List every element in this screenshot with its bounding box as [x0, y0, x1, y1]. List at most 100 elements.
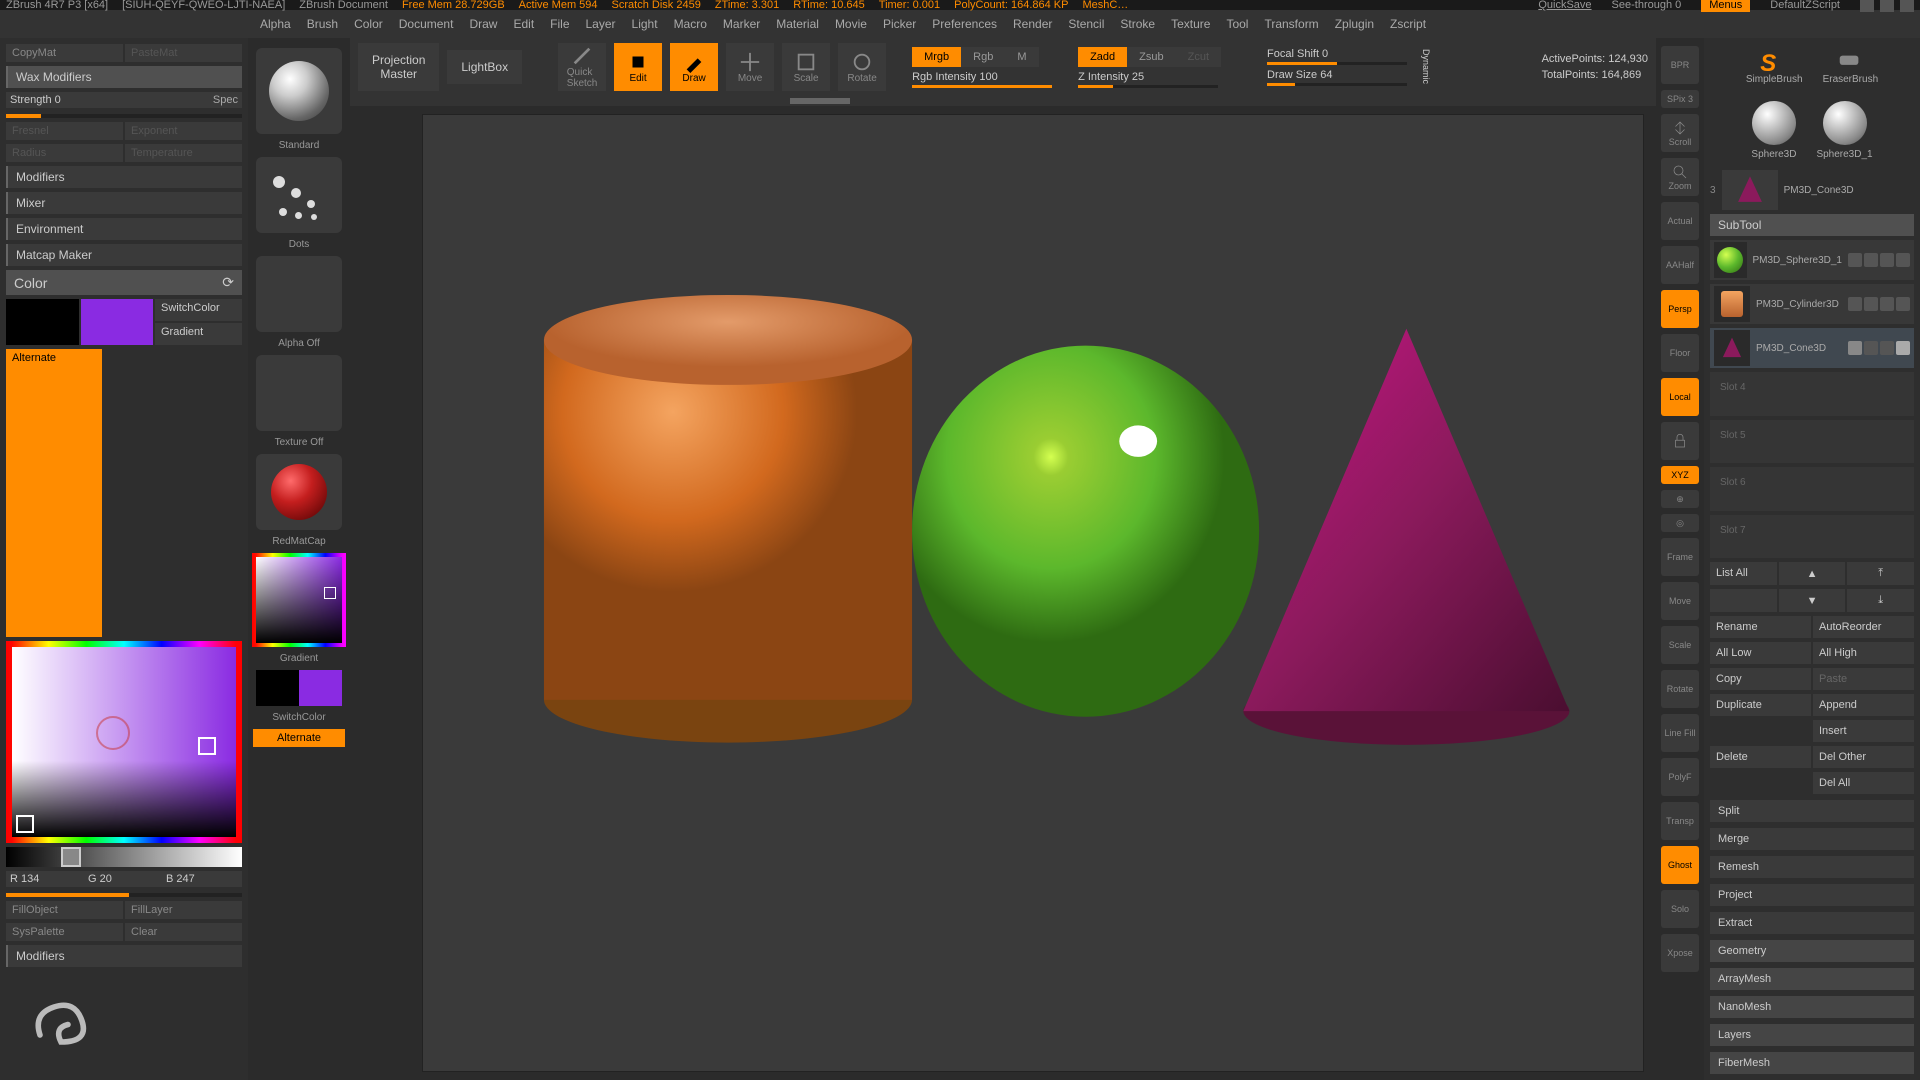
vis-icon[interactable]: [1896, 341, 1910, 355]
focal-shift-slider[interactable]: Focal Shift 0: [1267, 48, 1407, 65]
matcap-maker-header[interactable]: Matcap Maker: [6, 244, 242, 266]
menu-texture[interactable]: Texture: [1171, 17, 1210, 31]
delother-button[interactable]: Del Other: [1813, 746, 1914, 768]
fibermesh-header[interactable]: FiberMesh: [1710, 1052, 1914, 1074]
window-max-icon[interactable]: [1880, 0, 1894, 12]
rename-button[interactable]: Rename: [1710, 616, 1811, 638]
subtool-row-cylinder[interactable]: PM3D_Cylinder3D: [1710, 284, 1914, 324]
eye-icon[interactable]: [1848, 253, 1862, 267]
remesh-header[interactable]: Remesh: [1710, 856, 1914, 878]
menu-layer[interactable]: Layer: [586, 17, 616, 31]
bpr-button[interactable]: BPR: [1661, 46, 1699, 84]
actual-button[interactable]: Actual: [1661, 202, 1699, 240]
menu-stroke[interactable]: Stroke: [1120, 17, 1155, 31]
paste-button[interactable]: Paste: [1813, 668, 1914, 690]
menu-alpha[interactable]: Alpha: [260, 17, 291, 31]
menu-render[interactable]: Render: [1013, 17, 1052, 31]
menus-button[interactable]: Menus: [1701, 0, 1750, 12]
menu-material[interactable]: Material: [776, 17, 819, 31]
eye-icon[interactable]: [1848, 297, 1862, 311]
mixer-header[interactable]: Mixer: [6, 192, 242, 214]
switchcolor-label[interactable]: SwitchColor: [272, 712, 325, 723]
persp-button[interactable]: Persp: [1661, 290, 1699, 328]
menu-picker[interactable]: Picker: [883, 17, 916, 31]
menu-transform[interactable]: Transform: [1264, 17, 1318, 31]
menu-zplugin[interactable]: Zplugin: [1335, 17, 1374, 31]
environment-header[interactable]: Environment: [6, 218, 242, 240]
zadd-button[interactable]: Zadd: [1078, 47, 1127, 67]
polyf-button[interactable]: PolyF: [1661, 758, 1699, 796]
syspalette-button[interactable]: SysPalette: [6, 923, 123, 941]
gradient-button[interactable]: Gradient: [155, 323, 242, 345]
duplicate-button[interactable]: Duplicate: [1710, 694, 1811, 716]
target-icon[interactable]: ◎: [1661, 514, 1699, 532]
transp-button[interactable]: Transp: [1661, 802, 1699, 840]
modifiers2-header[interactable]: Modifiers: [6, 945, 242, 967]
menu-file[interactable]: File: [550, 17, 569, 31]
mini-color-picker[interactable]: [252, 553, 346, 647]
filllayer-button[interactable]: FillLayer: [125, 901, 242, 919]
rgb-button[interactable]: Rgb: [961, 47, 1005, 67]
zoom-button[interactable]: Zoom: [1661, 158, 1699, 196]
extract-header[interactable]: Extract: [1710, 912, 1914, 934]
solo-button[interactable]: Solo: [1661, 890, 1699, 928]
secondary-color-swatch[interactable]: [6, 299, 79, 345]
default-script[interactable]: DefaultZScript: [1770, 0, 1840, 11]
geometry-header[interactable]: Geometry: [1710, 940, 1914, 962]
clear-button[interactable]: Clear: [125, 923, 242, 941]
quicksketch-button[interactable]: Quick Sketch: [558, 43, 606, 91]
edit-button[interactable]: Edit: [614, 43, 662, 91]
subtool-row-sphere[interactable]: PM3D_Sphere3D_1: [1710, 240, 1914, 280]
rotate-nav-button[interactable]: Rotate: [1661, 670, 1699, 708]
xpose-button[interactable]: Xpose: [1661, 934, 1699, 972]
up-arrow-icon[interactable]: ▲: [1779, 562, 1846, 585]
color-header[interactable]: Color⟳: [6, 270, 242, 295]
menu-brush[interactable]: Brush: [307, 17, 338, 31]
subtool-row-cone[interactable]: PM3D_Cone3D: [1710, 328, 1914, 368]
split-header[interactable]: Split: [1710, 800, 1914, 822]
strength-slider[interactable]: Strength 0Spec: [6, 92, 242, 108]
linefill-button[interactable]: Line Fill: [1661, 714, 1699, 752]
delete-button[interactable]: Delete: [1710, 746, 1811, 768]
eye-icon[interactable]: [1848, 341, 1862, 355]
fill-icon[interactable]: [1880, 341, 1894, 355]
alternate-mini-button[interactable]: Alternate: [253, 729, 345, 747]
brush-icon[interactable]: [1864, 253, 1878, 267]
scale-button[interactable]: Scale: [782, 43, 830, 91]
menu-marker[interactable]: Marker: [723, 17, 760, 31]
ghost-button[interactable]: Ghost: [1661, 846, 1699, 884]
seethrough[interactable]: See-through 0: [1612, 0, 1682, 11]
eraserbrush-item[interactable]: EraserBrush: [1823, 50, 1879, 85]
arraymesh-header[interactable]: ArrayMesh: [1710, 968, 1914, 990]
brush-slot[interactable]: [256, 48, 342, 134]
nanomesh-header[interactable]: NanoMesh: [1710, 996, 1914, 1018]
menu-stencil[interactable]: Stencil: [1068, 17, 1104, 31]
menu-document[interactable]: Document: [399, 17, 454, 31]
menu-zscript[interactable]: Zscript: [1390, 17, 1426, 31]
local-button[interactable]: Local: [1661, 378, 1699, 416]
layers-header[interactable]: Layers: [1710, 1024, 1914, 1046]
quicksave-button[interactable]: QuickSave: [1538, 0, 1591, 11]
projection-master-button[interactable]: Projection Master: [358, 43, 439, 92]
zsub-button[interactable]: Zsub: [1127, 47, 1175, 67]
alpha-slot[interactable]: [256, 256, 342, 332]
dynamic-label[interactable]: Dynamic: [1415, 49, 1437, 84]
project-header[interactable]: Project: [1710, 884, 1914, 906]
vis-icon[interactable]: [1896, 253, 1910, 267]
draw-button[interactable]: Draw: [670, 43, 718, 91]
window-close-icon[interactable]: [1900, 0, 1914, 12]
frame-button[interactable]: Frame: [1661, 538, 1699, 576]
primary-color-swatch[interactable]: [81, 299, 154, 345]
xyz-button[interactable]: XYZ: [1661, 466, 1699, 484]
aahalf-button[interactable]: AAHalf: [1661, 246, 1699, 284]
stroke-slot[interactable]: [256, 157, 342, 233]
current-tool-thumb[interactable]: [1722, 170, 1778, 210]
move-button[interactable]: Move: [726, 43, 774, 91]
window-min-icon[interactable]: [1860, 0, 1874, 12]
spix-button[interactable]: SPix 3: [1661, 90, 1699, 108]
fill-icon[interactable]: [1880, 297, 1894, 311]
center-icon[interactable]: ⊕: [1661, 490, 1699, 508]
rotate-button[interactable]: Rotate: [838, 43, 886, 91]
simplebrush-item[interactable]: SSimpleBrush: [1746, 50, 1803, 85]
insert-button[interactable]: Insert: [1813, 720, 1914, 742]
